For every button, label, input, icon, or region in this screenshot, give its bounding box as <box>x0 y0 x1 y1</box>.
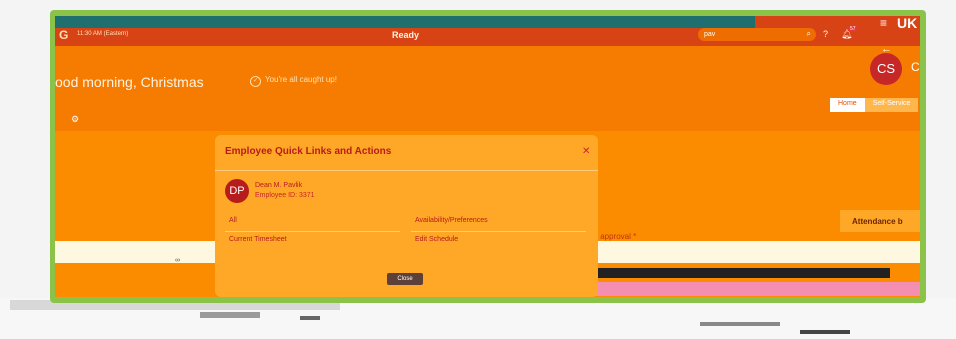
glitch-bar <box>300 316 320 320</box>
check-circle-icon: ✓ <box>250 76 261 87</box>
top-app-bar: G 11:30 AM (Eastern) Ready ⌕ ? 🔔︎ 57 ≡ U… <box>55 16 920 46</box>
caught-up-message: ✓ You're all caught up! <box>250 75 337 87</box>
quick-links-modal: Employee Quick Links and Actions ✕ DP De… <box>215 135 598 297</box>
attendance-card[interactable]: Attendance b <box>840 210 920 232</box>
divider <box>225 231 400 232</box>
greeting-heading: ood morning, Christmas <box>55 74 204 90</box>
link-availability[interactable]: Availability/Preferences <box>415 217 488 224</box>
glitch-bar <box>800 330 850 334</box>
search-box[interactable]: ⌕ <box>698 28 816 41</box>
gear-icon[interactable]: ⚙ <box>71 114 79 125</box>
attendance-label: Attendance b <box>852 217 903 226</box>
menu-icon[interactable]: ≡ <box>880 16 887 30</box>
divider <box>411 231 586 232</box>
close-button[interactable]: Close <box>387 273 423 285</box>
divider <box>215 170 598 171</box>
brand-text: UK <box>897 16 918 31</box>
notification-badge: 57 <box>848 26 858 32</box>
tab-home[interactable]: Home <box>830 98 865 112</box>
modal-title: Employee Quick Links and Actions <box>225 146 392 157</box>
nav-tabs: Home Self-Service <box>830 98 919 112</box>
link-current-timesheet[interactable]: Current Timesheet <box>229 236 287 243</box>
dot-cluster: ∞ <box>175 257 180 264</box>
search-input[interactable] <box>704 29 794 40</box>
employee-name[interactable]: Dean M. Pavlik <box>255 182 302 189</box>
glitch-bar <box>700 322 780 326</box>
employee-avatar: DP <box>225 179 249 203</box>
user-initial: C <box>911 60 920 74</box>
link-edit-schedule[interactable]: Edit Schedule <box>415 236 458 243</box>
search-icon[interactable]: ⌕ <box>807 29 811 39</box>
link-all[interactable]: All <box>229 217 237 224</box>
user-avatar[interactable]: CS <box>870 53 902 85</box>
status-text: Ready <box>392 30 420 40</box>
tab-self-service[interactable]: Self-Service <box>864 98 919 112</box>
glitch-bar <box>200 312 260 318</box>
logo: G <box>59 28 69 42</box>
close-icon[interactable]: ✕ <box>582 146 590 157</box>
caught-up-text: You're all caught up! <box>265 75 337 84</box>
background-bottom-strip <box>0 298 956 339</box>
app-screen: G 11:30 AM (Eastern) Ready ⌕ ? 🔔︎ 57 ≡ U… <box>55 16 920 297</box>
employee-id: Employee ID: 3371 <box>255 192 315 199</box>
clock-text: 11:30 AM (Eastern) <box>77 31 129 37</box>
top-band <box>55 16 755 28</box>
help-icon[interactable]: ? <box>823 29 828 39</box>
